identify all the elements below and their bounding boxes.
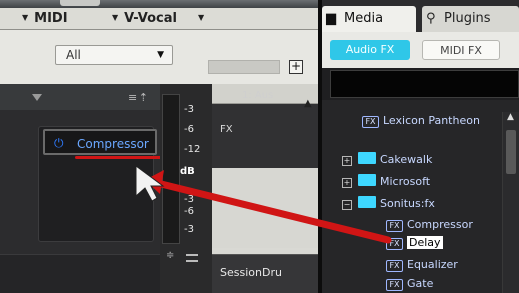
tree-item-label: Lexicon Pantheon [383,114,480,127]
chevron-down-icon: ▼ [198,13,205,22]
tree-item-label: Compressor [407,218,473,231]
tree-item-selected[interactable]: FX Delay [386,236,443,252]
scroll-thumb[interactable] [506,130,516,174]
tree-folder-label: Sonitus:fx [380,197,435,210]
tree-item-label: Gate [407,277,434,290]
folder-icon: ▆ [326,11,336,26]
tree-folder[interactable]: + Microsoft [342,174,430,190]
tree-item[interactable]: FX Equalizer [386,258,458,274]
meter-bar [162,94,180,244]
tree-item[interactable]: FX Gate [386,277,433,293]
tree-item[interactable]: FX Compressor [386,218,473,234]
filter-selected-value: All [66,48,81,62]
fx-icon: FX [386,260,403,272]
filter-select[interactable]: All ▼ [55,45,173,65]
fx-label: FX [220,124,233,135]
tree-folder-label: Cakewalk [380,153,433,166]
tab-plugins-label: Plugins [444,11,491,26]
track-label: V-Vocal [124,11,177,26]
meter-tick: -3 [184,194,194,205]
track-dropdown[interactable]: ▼ V-Vocal [112,11,177,26]
folder-icon [358,152,376,164]
level-meter: -3 -6 -12 dB -3 -6 -3 [160,84,212,293]
search-input[interactable] [330,70,519,98]
scroll-up-icon[interactable]: ▲ [507,112,514,122]
fx-icon: FX [386,279,403,291]
fx-icon: FX [386,238,403,250]
meter-tick: -6 [184,124,194,135]
scroll-up-icon[interactable]: ▲ [304,98,312,109]
track-dropdown-arrow[interactable]: ▼ [198,11,210,26]
midi-dropdown[interactable]: ▼ MIDI [22,11,68,26]
meter-db-label: dB [180,166,195,177]
folder-icon [358,196,376,208]
collapse-icon[interactable]: − [342,200,352,210]
plugin-tree: FX Lexicon Pantheon + Cakewalk + Microsoft … [322,100,519,293]
chevron-down-icon: ▼ [157,50,164,60]
tab-media[interactable]: ▆ Media [322,6,416,32]
window: ▼ MIDI ▼ V-Vocal ▼ All ▼ + ≡ ⇡ ⏻ Compresso… [0,0,519,293]
add-button[interactable]: + [289,60,303,74]
tab-plugins[interactable]: ⚲ Plugins [422,6,519,32]
strip-header: ≡ ⇡ [0,84,160,110]
filter-row: All ▼ + [0,30,318,84]
plug-icon: ⚲ [426,11,436,26]
tab-midi-fx[interactable]: MIDI FX [422,40,500,60]
collapse-icon[interactable] [32,94,42,101]
tree-folder[interactable]: − Sonitus:fx [342,196,435,212]
browser-panel: ▆ Media ⚲ Plugins Audio FX MIDI FX FX Lex… [322,0,519,293]
folder-icon [358,174,376,186]
fx-icon: FX [386,220,403,232]
expand-icon[interactable]: + [342,178,352,188]
menu-icon[interactable]: ≡ ⇡ [128,91,148,104]
annotation-underline [75,156,161,159]
strip-footer [0,254,160,293]
plugin-name: Compressor [77,137,149,151]
second-channel-footer: SessionDru [212,254,318,293]
power-icon[interactable]: ⏻ [54,136,64,151]
top-tab[interactable] [60,0,100,6]
midi-label: MIDI [34,11,68,26]
footer-label: SessionDru [220,266,282,279]
plugin-type-tabs: Audio FX MIDI FX [322,32,519,68]
fader-grip[interactable] [186,254,198,262]
tab-audio-fx-label: Audio FX [345,43,395,56]
fx-bin[interactable]: ⏻ Compressor [38,126,161,242]
meter-tick: -3 [184,104,194,115]
fx-icon: FX [362,116,379,128]
meter-tick: -12 [184,144,201,155]
chevron-down-icon: ▼ [112,13,119,22]
second-channel-body [212,168,318,248]
channel-strip: ≡ ⇡ ⏻ Compressor [0,84,161,293]
tree-item[interactable]: FX Lexicon Pantheon [362,114,480,130]
chevron-down-icon: ▼ [22,13,29,22]
tree-folder-label: Microsoft [380,175,431,188]
meter-tick: -6 [184,206,194,217]
tree-folder[interactable]: + Cakewalk [342,152,432,168]
channel-header: ▼ MIDI ▼ V-Vocal ▼ [0,8,318,30]
tree-item-label: Delay [407,236,443,249]
browser-tabs: ▆ Media ⚲ Plugins [322,0,519,32]
second-channel: 1: Aus FX ▲ SessionDru ≑ [166,84,318,293]
top-strip [0,0,318,8]
tab-midi-fx-label: MIDI FX [440,44,482,57]
second-track-label: 1: Aus [242,90,274,101]
expand-icon[interactable]: ≑ [166,250,174,261]
fx-slot-compressor[interactable]: ⏻ Compressor [43,129,161,159]
meter-tick: -3 [184,224,194,235]
second-channel-fx [212,104,318,168]
tree-item-label: Equalizer [407,258,458,271]
expand-icon[interactable]: + [342,156,352,166]
track-name-field[interactable] [208,60,280,74]
tree-scrollbar[interactable]: ▲ [502,112,519,293]
tab-media-label: Media [344,11,384,26]
tab-audio-fx[interactable]: Audio FX [330,40,410,60]
